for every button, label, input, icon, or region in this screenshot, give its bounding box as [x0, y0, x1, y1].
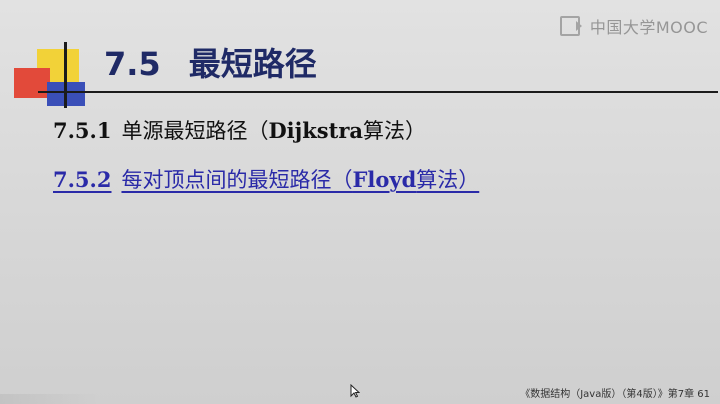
watermark-text: 中国大学MOOC — [589, 18, 708, 37]
slide-footer: 《数据结构（Java版）（第4版）》第7章 61 — [520, 389, 710, 400]
section-code: 7.5.1 — [53, 118, 112, 143]
section-code: 7.5.2 — [53, 167, 112, 192]
decor-vertical-line — [64, 42, 67, 108]
section-title: 每对顶点间的最短路径（Floyd算法） — [121, 167, 480, 192]
mooc-watermark: 中国大学MOOC — [559, 14, 708, 38]
decor-horizontal-line — [38, 91, 718, 93]
title-number: 7.5 — [104, 45, 161, 83]
section-title-prefix: 每对顶点间的最短路径（ — [121, 168, 353, 192]
slide: 中国大学MOOC 7.5 最短路径 7.5.1 单源最短路径（Dijkstra算法）… — [0, 0, 720, 404]
section-title-suffix: 算法） — [363, 119, 426, 143]
slide-title: 7.5 最短路径 — [104, 44, 317, 84]
mouse-pointer-icon — [350, 384, 360, 398]
section-item-dijkstra: 7.5.1 单源最短路径（Dijkstra算法） — [53, 117, 426, 145]
decor-red-square — [14, 68, 50, 98]
section-title: 单源最短路径（Dijkstra算法） — [121, 118, 426, 143]
bottom-fade — [0, 394, 100, 404]
play-box-icon — [559, 16, 582, 36]
section-title-prefix: 单源最短路径（ — [121, 119, 269, 143]
section-title-suffix: 算法） — [416, 168, 480, 192]
section-title-latin: Dijkstra — [268, 118, 363, 143]
section-link-floyd[interactable]: 7.5.2 每对顶点间的最短路径（Floyd算法） — [53, 166, 479, 194]
section-title-latin: Floyd — [352, 167, 417, 192]
title-text: 最短路径 — [188, 45, 317, 83]
